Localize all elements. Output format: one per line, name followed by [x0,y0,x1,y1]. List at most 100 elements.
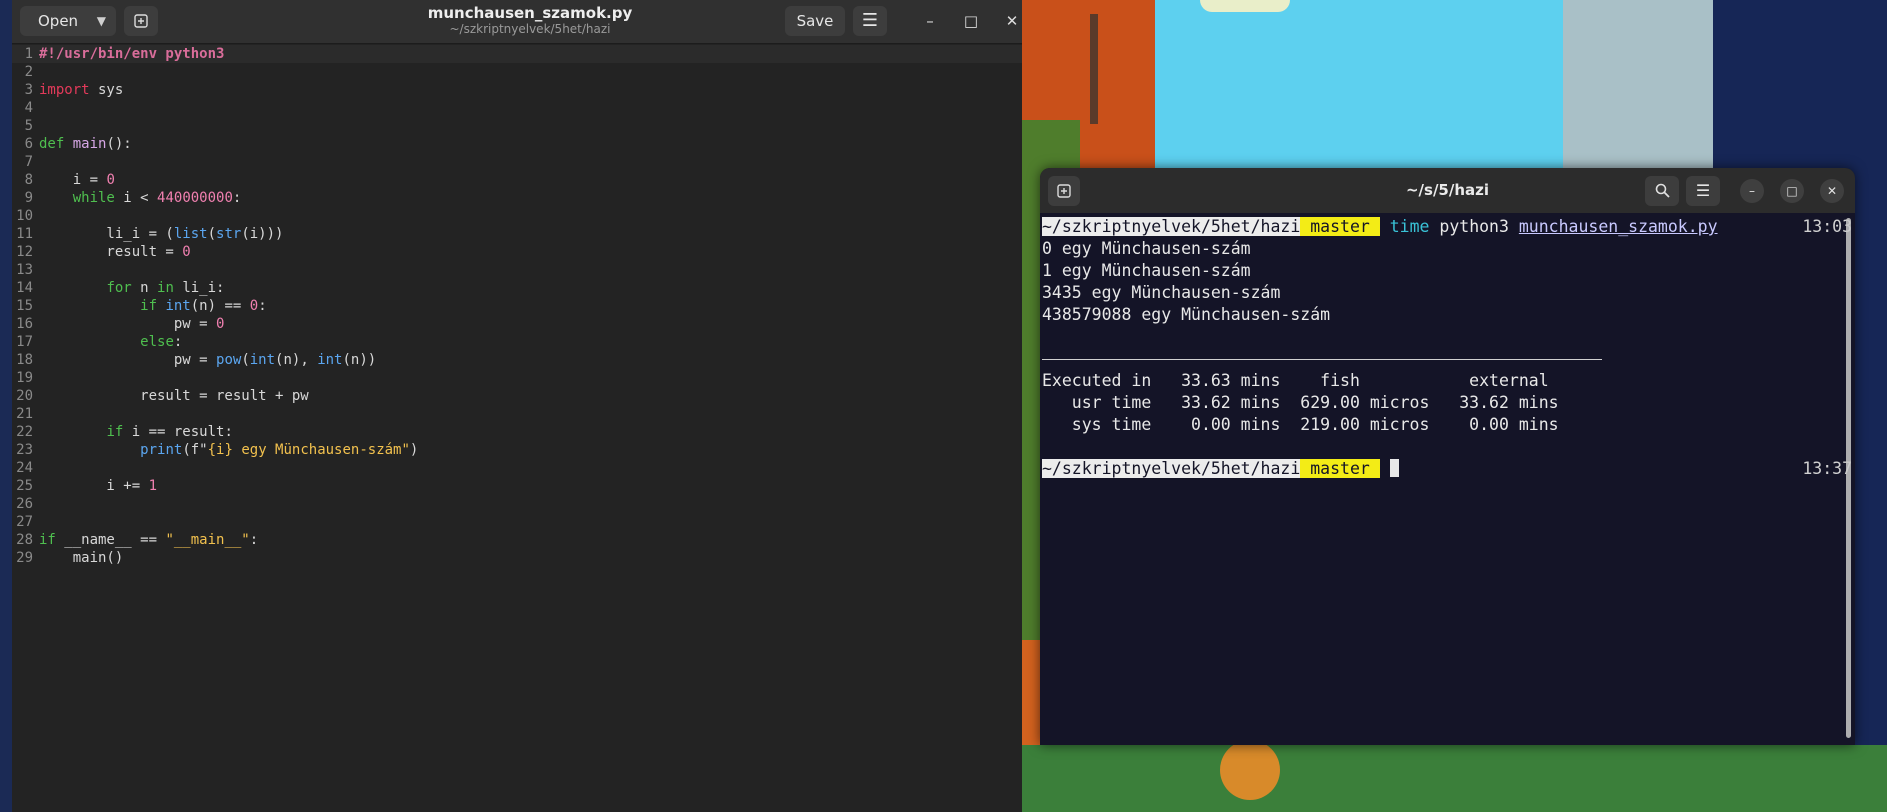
line-number: 22 [16,424,33,440]
code-token: i < [114,190,158,206]
line-number: 21 [16,406,33,422]
open-label: Open [38,12,79,30]
code-line: 26 [12,495,1022,513]
close-icon: ✕ [1826,184,1838,198]
code-line: 25 i += 1 [12,477,1022,495]
code-token: sys [89,82,124,98]
editor-headerbar: Open ▼ munchausen_szamok.py ~/szkriptnye… [12,0,1022,44]
new-tab-button[interactable] [1048,176,1080,206]
code-token: while [72,190,115,206]
code-line: 17 else: [12,333,1022,351]
line-number: 4 [24,100,33,116]
git-branch: master [1300,459,1380,478]
code-token: egy Münchausen-szám" [232,442,410,458]
code-line: 7 [12,153,1022,171]
document-path: ~/szkriptnyelvek/5het/hazi [449,22,611,36]
code-token: (i))) [241,226,284,242]
minimize-button[interactable]: – [915,6,945,36]
maximize-icon: □ [1786,184,1798,198]
new-tab-button[interactable] [124,6,158,36]
line-number: 8 [24,172,33,188]
maximize-button[interactable]: □ [956,6,986,36]
line-number: 10 [16,208,33,224]
code-token: result = result + pw [39,388,309,404]
terminal-window: ~/s/5/hazi ☰ – □ ✕ ~/szkriptnyelvek/5het… [1040,168,1855,745]
command-text: python3 [1429,217,1519,236]
line-number: 5 [24,118,33,134]
search-button[interactable] [1645,176,1679,206]
code-token: i = [39,172,107,188]
code-line: 22 if i == result: [12,423,1022,441]
line-number: 6 [24,136,33,152]
code-token: ) [409,442,419,458]
code-line: 12 result = 0 [12,243,1022,261]
git-branch: master [1300,217,1380,236]
code-token: li_i: [173,280,225,296]
code-line: 2 [12,63,1022,81]
code-token: 0 [182,244,191,260]
line-number: 29 [16,550,33,566]
timing-separator [1042,359,1602,360]
code-line: 18 pw = pow(int(n), int(n)) [12,351,1022,369]
code-token: 1 [148,478,158,494]
document-title: munchausen_szamok.py [427,4,633,22]
close-button[interactable]: ✕ [997,6,1027,36]
code-token: (n), [275,352,318,368]
line-number: 2 [24,64,33,80]
code-token: import [39,82,90,98]
line-number: 3 [24,82,33,98]
code-token: 0 [249,298,259,314]
code-token: : [173,334,183,350]
code-token: 440000000 [157,190,233,206]
command-keyword: time [1389,217,1430,236]
code-line: 16 pw = 0 [12,315,1022,333]
code-token: n [131,280,158,296]
code-line: 11 li_i = (list(str(i))) [12,225,1022,243]
text-cursor [1389,459,1399,477]
close-button[interactable]: ✕ [1820,179,1844,203]
save-button[interactable]: Save [785,6,845,36]
timing-usr: usr time 33.62 mins 629.00 micros 33.62 … [1042,393,1559,412]
code-token: else [140,334,174,350]
code-token: if [106,424,124,440]
code-token: {i} [207,442,233,458]
search-icon [1655,183,1670,198]
line-number: 27 [16,514,33,530]
minimize-button[interactable]: – [1740,179,1764,203]
code-token: int [317,352,343,368]
code-token: (): [106,136,132,152]
prompt-path: ~/szkriptnyelvek/5het/hazi [1042,459,1301,478]
minimize-icon: – [1749,184,1755,198]
line-number: 23 [16,442,33,458]
terminal-scrollbar[interactable] [1846,218,1851,738]
code-token: : [258,298,267,314]
code-line: 20 result = result + pw [12,387,1022,405]
code-token: pw = [39,316,217,332]
code-token: "__main__" [165,532,250,548]
main-menu-button[interactable]: ☰ [853,6,887,36]
code-token: ( [241,352,250,368]
code-line: 9 while i < 440000000: [12,189,1022,207]
open-button[interactable]: Open ▼ [20,6,116,36]
code-token: for [106,280,132,296]
code-token: if [140,298,158,314]
code-token: li_i = ( [39,226,174,242]
terminal-menu-button[interactable]: ☰ [1686,176,1720,206]
terminal-output[interactable]: ~/szkriptnyelvek/5het/hazi master time p… [1042,216,1852,480]
line-number: 16 [16,316,33,332]
output-line: 3435 egy Münchausen-szám [1042,283,1281,302]
command-file: munchausen_szamok.py [1518,217,1718,236]
line-number: 9 [24,190,33,206]
code-token: main [72,136,107,152]
maximize-button[interactable]: □ [1780,179,1804,203]
code-token: (n) == [190,298,250,314]
code-line: 4 [12,99,1022,117]
code-token: i == result: [123,424,233,440]
code-editor[interactable]: 1 #!/usr/bin/env python3 2 3 import sys 4 … [12,45,1022,567]
